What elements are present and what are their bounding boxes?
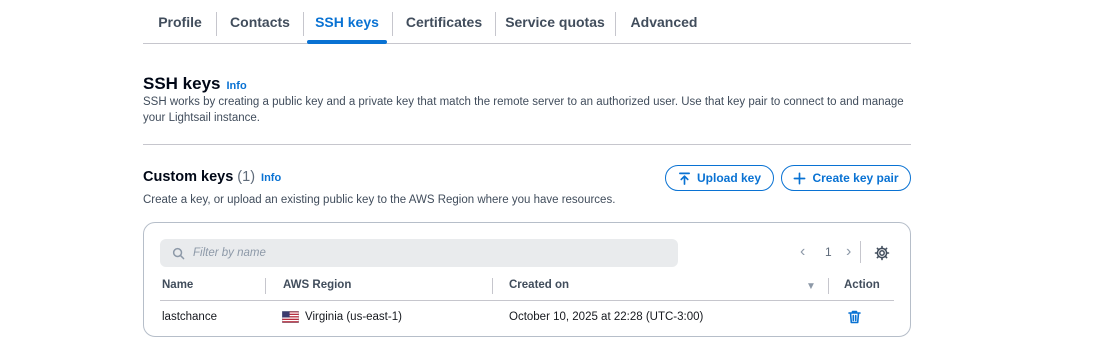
column-header-created[interactable]: Created on — [509, 279, 569, 291]
pager-divider — [860, 241, 861, 263]
next-page-wrap: › — [846, 243, 851, 261]
tab-ssh-keys[interactable]: SSH keys — [303, 0, 391, 44]
gear-icon[interactable] — [874, 245, 890, 261]
create-key-pair-label: Create key pair — [812, 171, 899, 185]
us-flag-icon — [282, 311, 299, 323]
keys-table: Filter by name ‹ 1 › Name AWS Region Cre… — [143, 222, 911, 337]
trash-icon[interactable] — [848, 310, 861, 324]
page-number-wrap: 1 — [825, 245, 832, 259]
create-key-pair-button[interactable]: Create key pair — [781, 165, 911, 191]
tab-advanced[interactable]: Advanced — [615, 0, 713, 44]
pagination: ‹ — [800, 243, 805, 261]
region-label: Virginia (us-east-1) — [305, 311, 402, 323]
section-divider — [143, 144, 911, 145]
table-header-divider — [160, 300, 894, 301]
custom-keys-title-text: Custom keys — [143, 169, 234, 185]
table-row-name: lastchance — [162, 311, 217, 323]
upload-icon — [679, 172, 690, 185]
page-title: SSH keys Info — [143, 74, 247, 94]
info-link[interactable]: Info — [227, 80, 247, 92]
upload-key-label: Upload key — [696, 171, 762, 185]
tab-contacts[interactable]: Contacts — [217, 0, 303, 44]
page-description: SSH works by creating a public key and a… — [143, 96, 904, 124]
tab-profile[interactable]: Profile — [143, 0, 217, 44]
table-row-region: Virginia (us-east-1) — [282, 311, 402, 323]
settings-tabs: Profile Contacts SSH keys Certificates S… — [143, 0, 911, 44]
custom-keys-count: (1) — [237, 169, 256, 185]
search-icon — [172, 247, 185, 259]
tab-service-quotas[interactable]: Service quotas — [495, 0, 615, 44]
column-header-action: Action — [844, 279, 880, 291]
page-number[interactable]: 1 — [825, 245, 832, 259]
sort-down-icon[interactable]: ▼ — [806, 281, 816, 292]
next-page-icon[interactable]: › — [846, 243, 851, 261]
upload-key-button[interactable]: Upload key — [665, 165, 774, 191]
page-title-text: SSH keys — [143, 74, 221, 93]
column-divider[interactable] — [828, 278, 829, 294]
plus-icon — [794, 172, 806, 184]
column-divider[interactable] — [492, 278, 493, 294]
custom-keys-info-link[interactable]: Info — [261, 172, 281, 184]
column-divider[interactable] — [265, 278, 266, 294]
prev-page-icon[interactable]: ‹ — [800, 243, 805, 261]
filter-placeholder: Filter by name — [193, 247, 266, 259]
custom-keys-description: Create a key, or upload an existing publ… — [143, 194, 616, 206]
column-header-region[interactable]: AWS Region — [283, 279, 351, 291]
column-header-name[interactable]: Name — [162, 279, 193, 291]
custom-keys-title: Custom keys (1) Info — [143, 169, 281, 185]
filter-input[interactable]: Filter by name — [160, 239, 678, 267]
tab-certificates[interactable]: Certificates — [393, 0, 495, 44]
table-row-created: October 10, 2025 at 22:28 (UTC-3:00) — [509, 311, 704, 323]
